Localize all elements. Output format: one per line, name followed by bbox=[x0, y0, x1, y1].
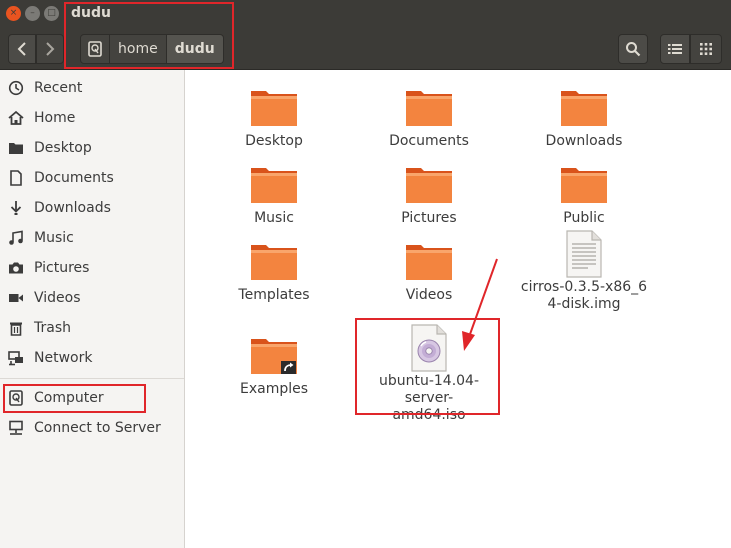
file-item-downloads[interactable]: Downloads bbox=[519, 84, 649, 150]
file-label: Music bbox=[254, 210, 294, 226]
folder-icon bbox=[405, 238, 453, 286]
grid-view-button[interactable] bbox=[690, 34, 722, 64]
back-button[interactable] bbox=[8, 34, 36, 64]
file-item-cirros-disk-img[interactable]: cirros-0.3.5-x86_64-disk.img bbox=[519, 230, 649, 313]
sidebar-item-trash[interactable]: Trash bbox=[0, 313, 184, 343]
forward-button[interactable] bbox=[36, 34, 64, 64]
folder-icon bbox=[560, 84, 608, 132]
sidebar-item-label: Pictures bbox=[34, 260, 90, 276]
sidebar-item-label: Desktop bbox=[34, 140, 92, 156]
network-icon bbox=[7, 349, 25, 367]
list-view-button[interactable] bbox=[660, 34, 690, 64]
sidebar-item-documents[interactable]: Documents bbox=[0, 163, 184, 193]
music-icon bbox=[7, 229, 25, 247]
sidebar-divider bbox=[0, 378, 184, 379]
sidebar-item-connect-to-server[interactable]: Connect to Server bbox=[0, 413, 184, 443]
list-icon bbox=[668, 44, 682, 54]
folder-icon bbox=[250, 161, 298, 209]
sidebar-item-home[interactable]: Home bbox=[0, 103, 184, 133]
file-label: Desktop bbox=[245, 133, 303, 149]
camera-icon bbox=[7, 259, 25, 277]
file-label: Pictures bbox=[401, 210, 457, 226]
sidebar-item-recent[interactable]: Recent bbox=[0, 73, 184, 103]
trash-icon bbox=[7, 319, 25, 337]
file-label: Examples bbox=[239, 381, 309, 397]
sidebar-item-label: Network bbox=[34, 350, 93, 366]
sidebar-item-desktop[interactable]: Desktop bbox=[0, 133, 184, 163]
sidebar-item-videos[interactable]: Videos bbox=[0, 283, 184, 313]
sidebar-item-label: Music bbox=[34, 230, 74, 246]
folder-icon bbox=[560, 161, 608, 209]
file-item-documents[interactable]: Documents bbox=[364, 84, 494, 150]
home-icon bbox=[7, 109, 25, 127]
search-button[interactable] bbox=[618, 34, 648, 64]
sidebar-item-pictures[interactable]: Pictures bbox=[0, 253, 184, 283]
search-icon bbox=[626, 42, 641, 57]
sidebar: Recent Home Desktop Documents Downloads … bbox=[0, 70, 185, 548]
annotation-box-breadcrumb bbox=[64, 2, 234, 69]
sidebar-item-label: Trash bbox=[34, 320, 71, 336]
text-file-icon bbox=[560, 230, 608, 278]
annotation-box-computer bbox=[3, 384, 146, 413]
grid-icon bbox=[700, 43, 712, 55]
folder-icon bbox=[250, 238, 298, 286]
sidebar-item-label: Videos bbox=[34, 290, 81, 306]
file-item-pictures[interactable]: Pictures bbox=[364, 161, 494, 227]
annotation-arrow bbox=[462, 258, 498, 351]
sidebar-item-downloads[interactable]: Downloads bbox=[0, 193, 184, 223]
file-item-music[interactable]: Music bbox=[209, 161, 339, 227]
file-item-templates[interactable]: Templates bbox=[209, 238, 339, 304]
chevron-right-icon bbox=[46, 42, 55, 56]
file-item-examples[interactable]: Examples bbox=[209, 332, 339, 398]
file-label: Public bbox=[563, 210, 605, 226]
video-icon bbox=[7, 289, 25, 307]
sidebar-item-label: Connect to Server bbox=[34, 420, 161, 436]
file-item-desktop[interactable]: Desktop bbox=[209, 84, 339, 150]
file-label: cirros-0.3.5-x86_64-disk.img bbox=[520, 279, 648, 312]
folder-link-icon bbox=[250, 332, 298, 380]
chevron-left-icon bbox=[17, 42, 26, 56]
sidebar-item-network[interactable]: Network bbox=[0, 343, 184, 373]
download-icon bbox=[7, 199, 25, 217]
minimize-button[interactable]: – bbox=[25, 6, 40, 21]
server-icon bbox=[7, 419, 25, 437]
close-button[interactable]: × bbox=[6, 6, 21, 21]
file-item-public[interactable]: Public bbox=[519, 161, 649, 227]
folder-icon bbox=[7, 139, 25, 157]
folder-icon bbox=[250, 84, 298, 132]
folder-icon bbox=[405, 84, 453, 132]
sidebar-item-music[interactable]: Music bbox=[0, 223, 184, 253]
sidebar-item-label: Documents bbox=[34, 170, 114, 186]
file-label: Documents bbox=[389, 133, 469, 149]
file-label: Templates bbox=[238, 287, 310, 303]
sidebar-item-label: Recent bbox=[34, 80, 83, 96]
file-label: Downloads bbox=[545, 133, 623, 149]
sidebar-item-label: Home bbox=[34, 110, 76, 126]
folder-icon bbox=[405, 161, 453, 209]
sidebar-item-label: Downloads bbox=[34, 200, 111, 216]
document-icon bbox=[7, 169, 25, 187]
maximize-button[interactable]: □ bbox=[44, 6, 59, 21]
clock-icon bbox=[7, 79, 25, 97]
